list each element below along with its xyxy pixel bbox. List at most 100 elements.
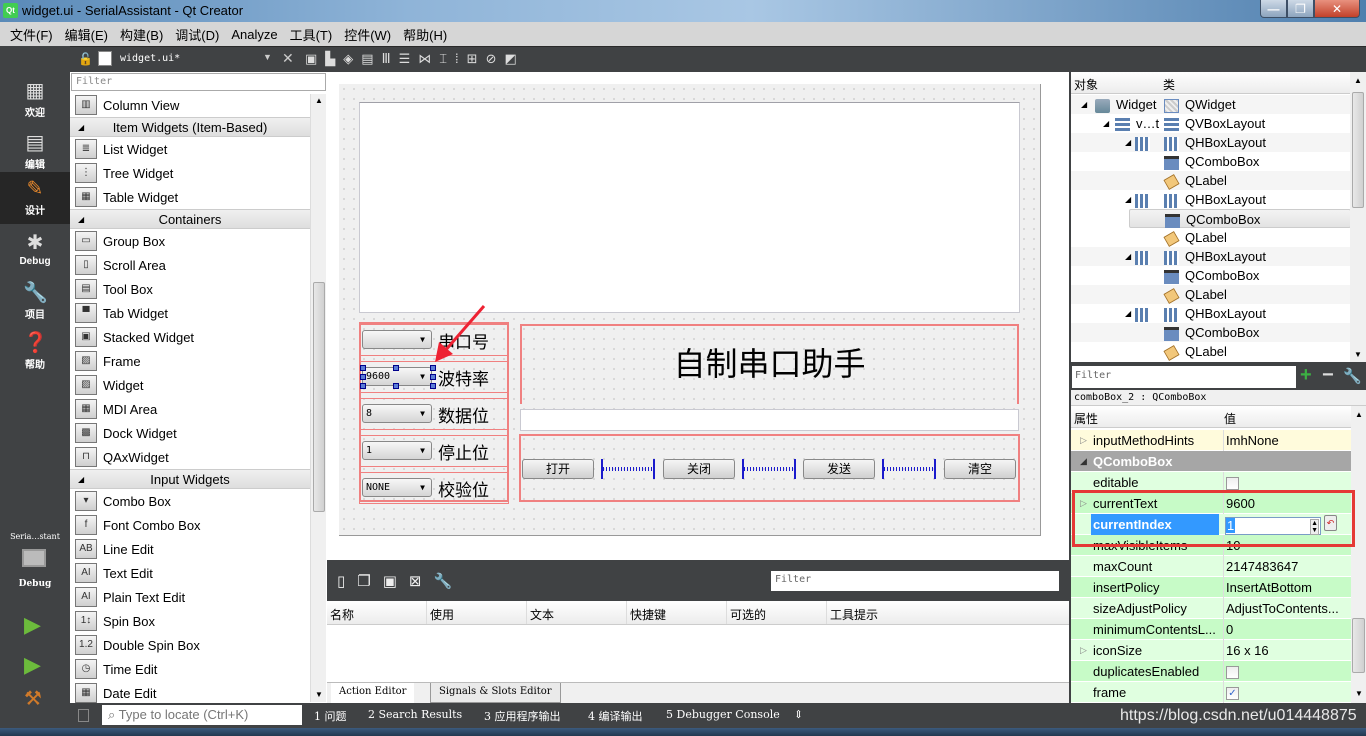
combo-box[interactable]: ▼ (362, 330, 432, 349)
form-widget[interactable]: ▼ 串口号 9600 ▼ 波特率 8 ▼ 数据位 1 ▼ 停止位 NONE ▼ 校验位 自制串口助手 打开… (339, 84, 1041, 536)
property-row[interactable]: maxCount 2147483647 (1071, 556, 1351, 577)
object-tree-row[interactable]: QLabel (1071, 285, 1351, 304)
object-tree-row[interactable]: QComboBox (1071, 266, 1351, 285)
open-file-name[interactable]: widget.ui* (120, 53, 180, 64)
scroll-down-icon[interactable]: ▼ (1354, 350, 1362, 359)
object-tree-row[interactable]: QComboBox (1129, 209, 1351, 228)
property-scrollbar[interactable]: ▲ ▼ (1351, 406, 1366, 703)
widget-item[interactable]: ▩ Dock Widget (70, 421, 310, 445)
menu-help[interactable]: 帮助(H) (397, 25, 453, 44)
mode-edit[interactable]: ▤ 编辑 (0, 126, 70, 178)
menu-file[interactable]: 文件(F) (4, 25, 59, 44)
selection-handle[interactable] (393, 365, 399, 371)
object-tree-row[interactable]: QLabel (1071, 228, 1351, 247)
copy-action-icon[interactable]: ❐ (357, 572, 370, 590)
scroll-up-icon[interactable]: ▲ (1354, 76, 1362, 85)
combo-box[interactable]: 8 ▼ (362, 404, 432, 423)
expand-arrow-icon[interactable]: ◢ (1103, 114, 1109, 133)
layout-h-splitter-icon[interactable]: ⋈ (418, 51, 431, 67)
layout-v-splitter-icon[interactable]: ⌶ (439, 51, 447, 67)
widget-item[interactable]: ≣ List Widget (70, 137, 310, 161)
kit-selector-monitor-icon[interactable] (22, 549, 46, 567)
object-inspector-scrollbar[interactable]: ▲ ▼ (1350, 72, 1366, 362)
widget-item[interactable]: ⋮ Tree Widget (70, 161, 310, 185)
scroll-up-icon[interactable]: ▲ (1355, 410, 1363, 419)
combo-box[interactable]: NONE ▼ (362, 478, 432, 497)
object-tree-row[interactable]: ◢ v…t QVBoxLayout (1071, 114, 1351, 133)
menu-widgets[interactable]: 控件(W) (338, 25, 397, 44)
configure-icon[interactable]: 🔧 (1343, 367, 1362, 385)
property-row[interactable]: ▷ inputMethodHints ImhNone (1071, 430, 1351, 451)
tab-signals-slots-editor[interactable]: Signals & Slots Editor (430, 683, 561, 703)
adjust-size-icon[interactable]: ◩ (504, 51, 516, 67)
expand-arrow-icon[interactable]: ◢ (1125, 247, 1131, 266)
close-button[interactable]: ✕ (1314, 0, 1360, 18)
selection-handle[interactable] (393, 383, 399, 389)
menu-build[interactable]: 构建(B) (114, 25, 169, 44)
widget-item[interactable]: ▣ Stacked Widget (70, 325, 310, 349)
menu-edit[interactable]: 编辑(E) (59, 25, 114, 44)
scrollbar-thumb[interactable] (1352, 92, 1364, 208)
send-line-edit[interactable] (520, 409, 1019, 431)
mode-design[interactable]: ✎ 设计 (0, 172, 70, 224)
menu-debug[interactable]: 调试(D) (169, 25, 225, 44)
mode-projects[interactable]: 🔧 项目 (0, 276, 70, 328)
layout-vertical-icon[interactable]: ☰ (399, 51, 411, 67)
edit-tab-order-icon[interactable]: ▤ (361, 51, 373, 67)
toggle-sidebar-icon[interactable] (78, 709, 89, 722)
open-button[interactable]: 打开 (522, 459, 594, 479)
file-dropdown-icon[interactable]: ▼ (263, 52, 272, 62)
property-value[interactable]: ImhNone (1223, 430, 1351, 451)
column-header[interactable]: 值 (1224, 410, 1236, 427)
property-row[interactable]: ◢ QComboBox (1071, 451, 1351, 472)
scrollbar-thumb[interactable] (1352, 618, 1365, 673)
property-row[interactable]: duplicatesEnabled (1071, 661, 1351, 682)
column-header[interactable]: 快捷键 (627, 601, 727, 624)
property-value[interactable]: 0 (1223, 619, 1351, 640)
widget-item[interactable]: ▨ Widget (70, 373, 310, 397)
column-header[interactable]: 名称 (327, 601, 427, 624)
widget-item[interactable]: ⊓ QAxWidget (70, 445, 310, 469)
widget-item[interactable]: ▨ Frame (70, 349, 310, 373)
object-tree-row[interactable]: QLabel (1071, 171, 1351, 190)
lock-icon[interactable]: 🔓 (78, 52, 93, 66)
column-header[interactable]: 类 (1163, 76, 1175, 93)
paste-action-icon[interactable]: ▣ (383, 572, 397, 590)
checkbox-unchecked[interactable] (1226, 666, 1239, 680)
widget-category[interactable]: ◢ Item Widgets (Item-Based) (70, 117, 310, 137)
widget-item[interactable]: AB Line Edit (70, 537, 310, 561)
selection-handle[interactable] (430, 374, 436, 380)
pane-issues[interactable]: 1 问题 (314, 708, 347, 724)
property-row[interactable]: minimumContentsL... 0 (1071, 619, 1351, 640)
widget-item[interactable]: f Font Combo Box (70, 513, 310, 537)
property-value[interactable]: AdjustToContents... (1223, 598, 1351, 619)
close-port-button[interactable]: 关闭 (663, 459, 735, 479)
checkbox-checked[interactable]: ✓ (1226, 687, 1239, 701)
column-header[interactable]: 工具提示 (827, 601, 1069, 624)
column-header[interactable]: 文本 (527, 601, 627, 624)
column-header[interactable]: 使用 (427, 601, 527, 624)
property-row[interactable]: frame ✓ (1071, 682, 1351, 703)
widget-box-scrollbar[interactable]: ▲ ▼ (310, 94, 326, 702)
object-tree-row[interactable]: ◢ Widget QWidget (1071, 95, 1351, 114)
widget-item[interactable]: ◷ Time Edit (70, 657, 310, 681)
expand-arrow-icon[interactable]: ▷ (1080, 430, 1087, 451)
widget-item[interactable]: ▀ Tab Widget (70, 301, 310, 325)
object-tree-row[interactable]: ◢ QHBoxLayout (1071, 247, 1351, 266)
configure-icon[interactable]: 🔧 (433, 572, 452, 590)
action-filter-input[interactable]: Filter (771, 571, 1059, 591)
widget-item[interactable]: ▤ Tool Box (70, 277, 310, 301)
delete-action-icon[interactable]: ⊠ (409, 572, 422, 590)
expand-arrow-icon[interactable]: ◢ (1081, 95, 1087, 114)
run-icon[interactable]: ▶ (24, 612, 41, 638)
more-panes-icon[interactable]: ⇕ (794, 708, 803, 721)
selection-handle[interactable] (360, 374, 366, 380)
add-dynamic-property-icon[interactable]: + (1300, 364, 1312, 387)
object-tree-row[interactable]: ◢ QHBoxLayout (1071, 304, 1351, 323)
expand-arrow-icon[interactable]: ◢ (1125, 190, 1131, 209)
selection-handle[interactable] (430, 365, 436, 371)
widget-item[interactable]: 1.2 Double Spin Box (70, 633, 310, 657)
widget-item[interactable]: AI Text Edit (70, 561, 310, 585)
column-header[interactable]: 对象 (1074, 76, 1098, 93)
clear-button[interactable]: 清空 (944, 459, 1016, 479)
